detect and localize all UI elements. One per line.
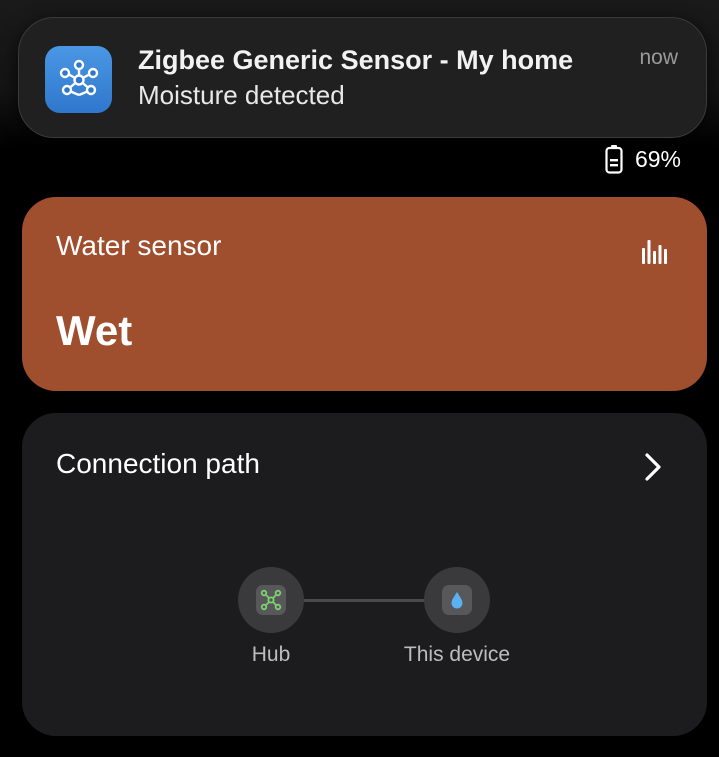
bar-chart-icon[interactable] [637, 234, 671, 268]
water-drop-icon [442, 585, 472, 615]
chevron-right-icon[interactable] [641, 451, 665, 483]
hub-icon [256, 585, 286, 615]
notification-time: now [639, 46, 678, 69]
connection-path-card[interactable]: Connection path Hub This device [22, 413, 707, 736]
hub-label: Hub [251, 643, 291, 666]
battery-icon [605, 145, 623, 174]
connection-path-title: Connection path [56, 448, 260, 479]
push-notification[interactable]: Zigbee Generic Sensor - My home Moisture… [18, 17, 707, 138]
battery-level: 69% [634, 145, 681, 172]
water-sensor-status: Wet [56, 307, 133, 354]
battery-status: 69% [605, 144, 681, 174]
notification-title: Zigbee Generic Sensor - My home [138, 45, 574, 75]
connection-line [304, 599, 426, 602]
zigbee-hub-icon [45, 46, 112, 113]
this-device-label: This device [403, 643, 511, 666]
water-sensor-card[interactable]: Water sensor Wet [22, 197, 707, 391]
hub-node[interactable] [238, 567, 304, 633]
notification-body: Moisture detected [138, 80, 345, 110]
water-sensor-label: Water sensor [56, 230, 222, 261]
this-device-node[interactable] [424, 567, 490, 633]
